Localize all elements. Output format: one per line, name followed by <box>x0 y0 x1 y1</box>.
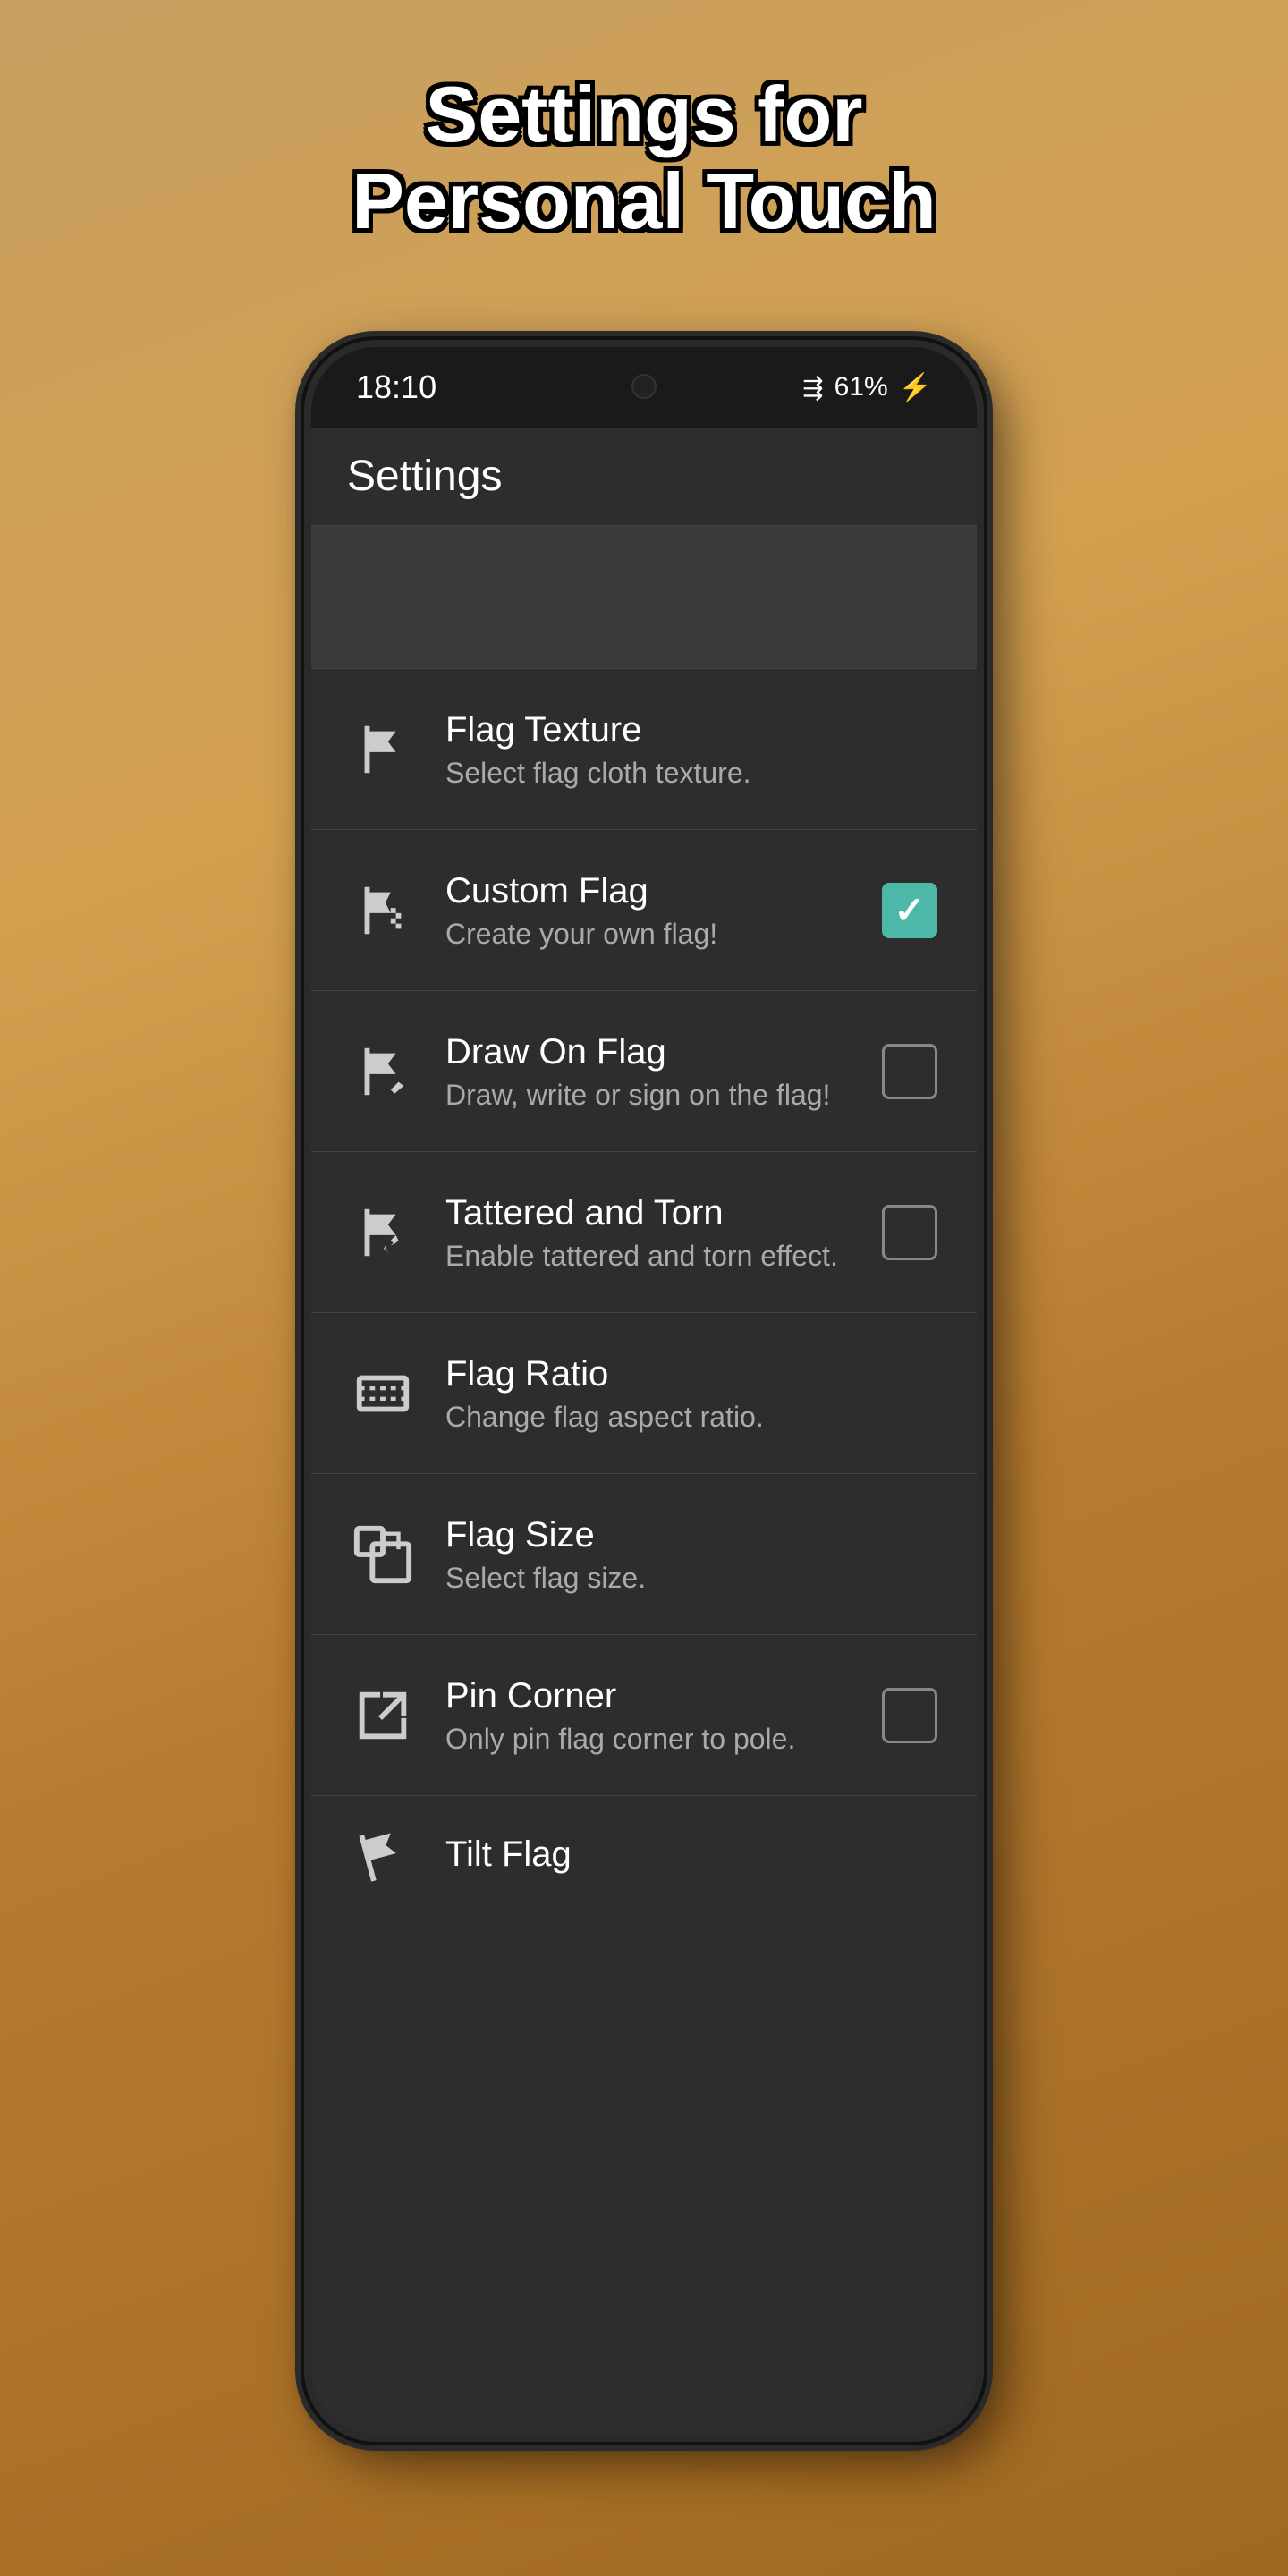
settings-item-flag-size[interactable]: Flag Size Select flag size. <box>311 1474 977 1635</box>
pin-corner-subtitle: Only pin flag corner to pole. <box>445 1723 852 1756</box>
tilt-flag-icon <box>347 1818 419 1890</box>
tattered-torn-subtitle: Enable tattered and torn effect. <box>445 1240 852 1273</box>
flag-texture-title: Flag Texture <box>445 708 941 751</box>
camera-dot <box>631 374 657 399</box>
draw-on-flag-subtitle: Draw, write or sign on the flag! <box>445 1079 852 1112</box>
settings-item-tilt-flag[interactable]: Tilt Flag <box>311 1796 977 1912</box>
settings-item-tattered-torn[interactable]: Tattered and Torn Enable tattered and to… <box>311 1152 977 1313</box>
flag-size-content: Flag Size Select flag size. <box>445 1513 941 1595</box>
battery-icon: ⚡ <box>899 372 932 403</box>
draw-on-flag-title: Draw On Flag <box>445 1030 852 1073</box>
tattered-torn-content: Tattered and Torn Enable tattered and to… <box>445 1191 852 1273</box>
app-title: Settings <box>347 452 502 501</box>
flag-texture-icon <box>347 714 419 785</box>
flag-ratio-content: Flag Ratio Change flag aspect ratio. <box>445 1352 941 1434</box>
tattered-torn-checkbox[interactable] <box>882 1205 937 1260</box>
settings-list: Flag Texture Select flag cloth texture. <box>311 669 977 2435</box>
pin-corner-checkbox[interactable] <box>882 1688 937 1743</box>
draw-on-flag-checkbox[interactable] <box>882 1044 937 1099</box>
tattered-torn-icon <box>347 1197 419 1268</box>
settings-item-flag-ratio[interactable]: Flag Ratio Change flag aspect ratio. <box>311 1313 977 1474</box>
flag-size-title: Flag Size <box>445 1513 941 1556</box>
settings-item-draw-on-flag[interactable]: Draw On Flag Draw, write or sign on the … <box>311 991 977 1152</box>
phone-wrapper: 18:10 ⇶ 61% ⚡ Settings <box>304 340 984 2442</box>
flag-texture-content: Flag Texture Select flag cloth texture. <box>445 708 941 790</box>
status-time: 18:10 <box>356 369 436 406</box>
settings-item-custom-flag[interactable]: Custom Flag Create your own flag! <box>311 830 977 991</box>
pin-corner-content: Pin Corner Only pin flag corner to pole. <box>445 1674 852 1756</box>
phone-screen: 18:10 ⇶ 61% ⚡ Settings <box>311 347 977 2435</box>
draw-on-flag-control[interactable] <box>878 1040 941 1103</box>
flag-size-icon <box>347 1519 419 1590</box>
tilt-flag-content: Tilt Flag <box>445 1833 941 1876</box>
battery-percent: 61% <box>835 372 888 402</box>
flag-ratio-title: Flag Ratio <box>445 1352 941 1395</box>
flag-ratio-subtitle: Change flag aspect ratio. <box>445 1401 941 1434</box>
flag-ratio-icon <box>347 1358 419 1429</box>
tattered-torn-control[interactable] <box>878 1201 941 1264</box>
custom-flag-subtitle: Create your own flag! <box>445 918 852 951</box>
pin-corner-title: Pin Corner <box>445 1674 852 1717</box>
page-title: Settings for Personal Touch <box>286 72 1002 245</box>
settings-item-pin-corner[interactable]: Pin Corner Only pin flag corner to pole. <box>311 1635 977 1796</box>
phone-frame: 18:10 ⇶ 61% ⚡ Settings <box>304 340 984 2442</box>
pin-corner-control[interactable] <box>878 1684 941 1747</box>
custom-flag-checkbox[interactable] <box>882 883 937 938</box>
tilt-flag-title: Tilt Flag <box>445 1833 941 1876</box>
custom-flag-icon <box>347 875 419 946</box>
custom-flag-title: Custom Flag <box>445 869 852 912</box>
app-bar: Settings <box>311 428 977 526</box>
flag-texture-subtitle: Select flag cloth texture. <box>445 757 941 790</box>
wifi-icon: ⇶ <box>802 373 823 402</box>
custom-flag-control[interactable] <box>878 879 941 942</box>
tattered-torn-title: Tattered and Torn <box>445 1191 852 1234</box>
pin-corner-icon <box>347 1680 419 1751</box>
status-right: ⇶ 61% ⚡ <box>802 372 932 403</box>
empty-section <box>311 526 977 669</box>
draw-on-flag-icon <box>347 1036 419 1107</box>
settings-item-flag-texture[interactable]: Flag Texture Select flag cloth texture. <box>311 669 977 830</box>
flag-size-subtitle: Select flag size. <box>445 1562 941 1595</box>
draw-on-flag-content: Draw On Flag Draw, write or sign on the … <box>445 1030 852 1112</box>
custom-flag-content: Custom Flag Create your own flag! <box>445 869 852 951</box>
status-bar: 18:10 ⇶ 61% ⚡ <box>311 347 977 428</box>
